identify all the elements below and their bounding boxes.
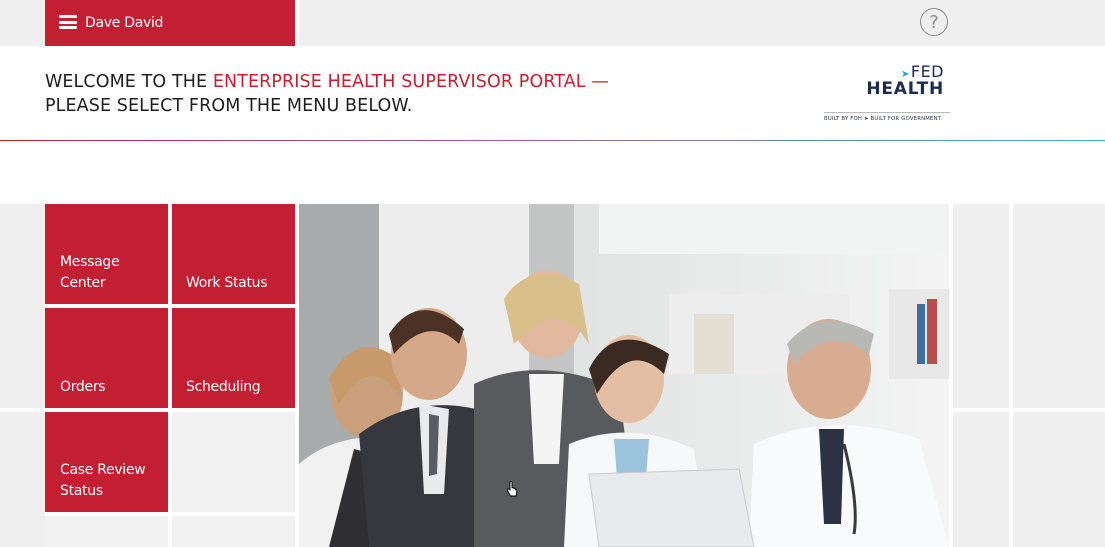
tile-label: Orders xyxy=(60,379,106,395)
tile-label: Scheduling xyxy=(186,379,261,395)
tile-work-status[interactable]: Work Status xyxy=(172,204,295,304)
tile-empty xyxy=(45,516,168,547)
hero-illustration xyxy=(299,204,949,547)
hand-pointer-cursor xyxy=(506,481,518,497)
tile-case-review-status[interactable]: Case Review Status xyxy=(45,412,168,512)
welcome-message: WELCOME TO THE ENTERPRISE HEALTH SUPERVI… xyxy=(45,70,609,118)
question-circle-icon[interactable]: ? xyxy=(920,8,948,36)
welcome-header: WELCOME TO THE ENTERPRISE HEALTH SUPERVI… xyxy=(0,46,1105,141)
tile-label: Message Center xyxy=(60,254,120,291)
logo-health: HEALTH xyxy=(866,79,944,99)
welcome-prefix: WELCOME TO THE xyxy=(45,72,213,92)
tile-label: Case Review Status xyxy=(60,462,146,499)
user-name: Dave David xyxy=(85,15,164,31)
fedhealth-logo: ➤FED HEALTH BUILT BY FOH ➤ BUILT FOR GOV… xyxy=(824,60,950,126)
hamburger-menu-icon[interactable] xyxy=(59,15,77,29)
help-symbol: ? xyxy=(929,11,939,33)
header-spacer xyxy=(0,141,1105,204)
grid-gap xyxy=(949,204,953,547)
logo-tagline: BUILT BY FOH ➤ BUILT FOR GOVERNMENT. xyxy=(824,116,943,122)
tile-message-center[interactable]: Message Center xyxy=(45,204,168,304)
tile-scheduling[interactable]: Scheduling xyxy=(172,308,295,408)
grid-gap xyxy=(0,408,45,412)
tile-label: Work Status xyxy=(186,275,268,291)
hero-photo xyxy=(299,204,949,547)
logo-rule xyxy=(824,112,950,113)
tile-orders[interactable]: Orders xyxy=(45,308,168,408)
tile-empty xyxy=(172,516,295,547)
tile-empty xyxy=(172,412,295,512)
top-divider xyxy=(295,0,299,46)
user-menu-button[interactable]: Dave David xyxy=(45,0,295,46)
portal-name: ENTERPRISE HEALTH SUPERVISOR PORTAL — xyxy=(212,72,609,92)
welcome-instruction: PLEASE SELECT FROM THE MENU BELOW. xyxy=(45,96,413,116)
grid-gap xyxy=(949,408,1105,412)
grid-gap xyxy=(1009,204,1013,547)
